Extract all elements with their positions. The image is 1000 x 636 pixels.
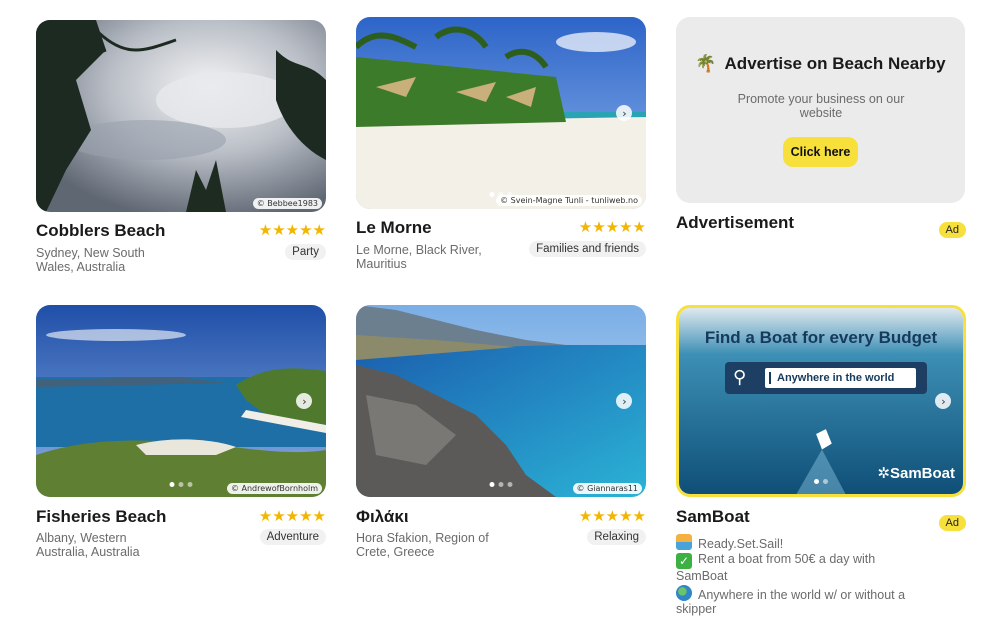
star-icon: ★	[619, 218, 633, 236]
samboat-search-box: ⚲ Anywhere in the world	[725, 362, 927, 394]
search-icon: ⚲	[733, 367, 747, 388]
beach-tag: Adventure	[259, 529, 326, 545]
star-icon: ★	[312, 221, 326, 239]
chevron-right-icon: ›	[622, 394, 627, 408]
ship-wheel-icon: ✲	[877, 464, 890, 482]
samboat-line-sail: Ready.Set.Sail!	[676, 534, 783, 551]
star-icon: ★	[578, 218, 593, 236]
photo-credit: © AndrewofBornholm	[226, 483, 322, 494]
beach-location: Le Morne, Black River, Mauritius	[356, 243, 482, 271]
beach-card-fisheries[interactable]: › © AndrewofBornholm Fisheries Beach ★ ★ ★…	[36, 305, 326, 559]
star-icon: ★	[272, 221, 286, 239]
star-icon: ★	[605, 507, 620, 525]
globe-icon	[676, 585, 692, 601]
samboat-search-text: Anywhere in the world	[765, 368, 916, 388]
carousel-next-button[interactable]: ›	[616, 105, 632, 121]
sailboat-icon	[676, 534, 692, 550]
beach-card-cobblers[interactable]: © Bebbee1983 Cobblers Beach ★ ★ ★ ★ ★ Sydney…	[36, 20, 326, 274]
beach-tag: Families and friends	[529, 241, 646, 257]
beach-photo[interactable]: › © Svein-Magne Tunli - tunliweb.no	[356, 17, 646, 209]
rating-stars: ★ ★ ★ ★ ★	[579, 220, 646, 235]
advertise-heading: 🌴 Advertise on Beach Nearby	[695, 54, 946, 74]
advertise-subtext: Promote your business on our website	[737, 92, 905, 120]
beach-title[interactable]: Fisheries Beach	[36, 507, 166, 527]
beach-title[interactable]: Φιλάκι	[356, 507, 409, 527]
beach-photo[interactable]: › © Giannaras11	[356, 305, 646, 497]
photo-credit: © Giannaras11	[572, 483, 642, 494]
photo-credit: © Bebbee1983	[252, 198, 322, 209]
star-icon: ★	[632, 507, 646, 525]
ad-badge: Ad	[938, 515, 966, 531]
chevron-right-icon: ›	[622, 106, 627, 120]
beach-tag: Party	[285, 244, 326, 260]
star-icon: ★	[272, 507, 286, 525]
star-icon: ★	[258, 507, 273, 525]
click-here-button[interactable]: Click here	[783, 137, 858, 167]
palm-tree-icon: 🌴	[695, 54, 717, 74]
star-icon: ★	[312, 507, 326, 525]
carousel-dots	[814, 479, 828, 484]
beach-photo[interactable]: © Bebbee1983	[36, 20, 326, 212]
advertisement-title: Advertisement	[676, 213, 795, 232]
star-icon: ★	[592, 218, 606, 236]
beach-title[interactable]: Le Morne	[356, 218, 432, 238]
beach-title[interactable]: Cobblers Beach	[36, 221, 165, 241]
advertise-panel: 🌴 Advertise on Beach Nearby Promote your…	[676, 17, 965, 203]
star-icon: ★	[285, 507, 300, 525]
beach-card-le-morne[interactable]: › © Svein-Magne Tunli - tunliweb.no Le M…	[356, 17, 646, 271]
carousel-dots	[169, 482, 193, 487]
check-icon: ✓	[676, 553, 692, 569]
rating-stars: ★ ★ ★ ★ ★	[259, 223, 326, 238]
star-icon: ★	[258, 221, 273, 239]
carousel-next-button[interactable]: ›	[296, 393, 312, 409]
carousel-dots	[489, 482, 513, 487]
beach-card-filaki[interactable]: › © Giannaras11 Φιλάκι ★ ★ ★ ★ ★ Hora Sfakio…	[356, 305, 646, 559]
samboat-line-rent: ✓ Rent a boat from 50€ a day with SamBoat	[676, 552, 876, 583]
beach-location: Hora Sfakion, Region of Crete, Greece	[356, 531, 489, 559]
star-icon: ★	[605, 218, 620, 236]
samboat-banner[interactable]: Find a Boat for every Budget ⚲ Anywhere …	[676, 305, 966, 497]
samboat-line-anywhere: Anywhere in the world w/ or without a sk…	[676, 585, 916, 616]
ad-badge: Ad	[938, 222, 966, 238]
star-icon: ★	[592, 507, 606, 525]
samboat-logo: ✲SamBoat	[877, 464, 955, 482]
beach-tag: Relaxing	[587, 529, 646, 545]
rating-stars: ★ ★ ★ ★ ★	[259, 509, 326, 524]
star-icon: ★	[299, 221, 313, 239]
chevron-right-icon: ›	[941, 394, 946, 408]
star-icon: ★	[578, 507, 593, 525]
star-icon: ★	[632, 218, 646, 236]
chevron-right-icon: ›	[302, 394, 307, 408]
star-icon: ★	[299, 507, 313, 525]
star-icon: ★	[285, 221, 300, 239]
photo-credit: © Svein-Magne Tunli - tunliweb.no	[496, 195, 642, 206]
beach-photo[interactable]: › © AndrewofBornholm	[36, 305, 326, 497]
beach-location: Sydney, New South Wales, Australia	[36, 246, 145, 274]
carousel-next-button[interactable]: ›	[935, 393, 951, 409]
rating-stars: ★ ★ ★ ★ ★	[579, 509, 646, 524]
samboat-banner-heading: Find a Boat for every Budget	[704, 328, 938, 347]
beach-location: Albany, Western Australia, Australia	[36, 531, 140, 559]
samboat-title[interactable]: SamBoat	[676, 507, 750, 527]
carousel-next-button[interactable]: ›	[616, 393, 632, 409]
star-icon: ★	[619, 507, 633, 525]
